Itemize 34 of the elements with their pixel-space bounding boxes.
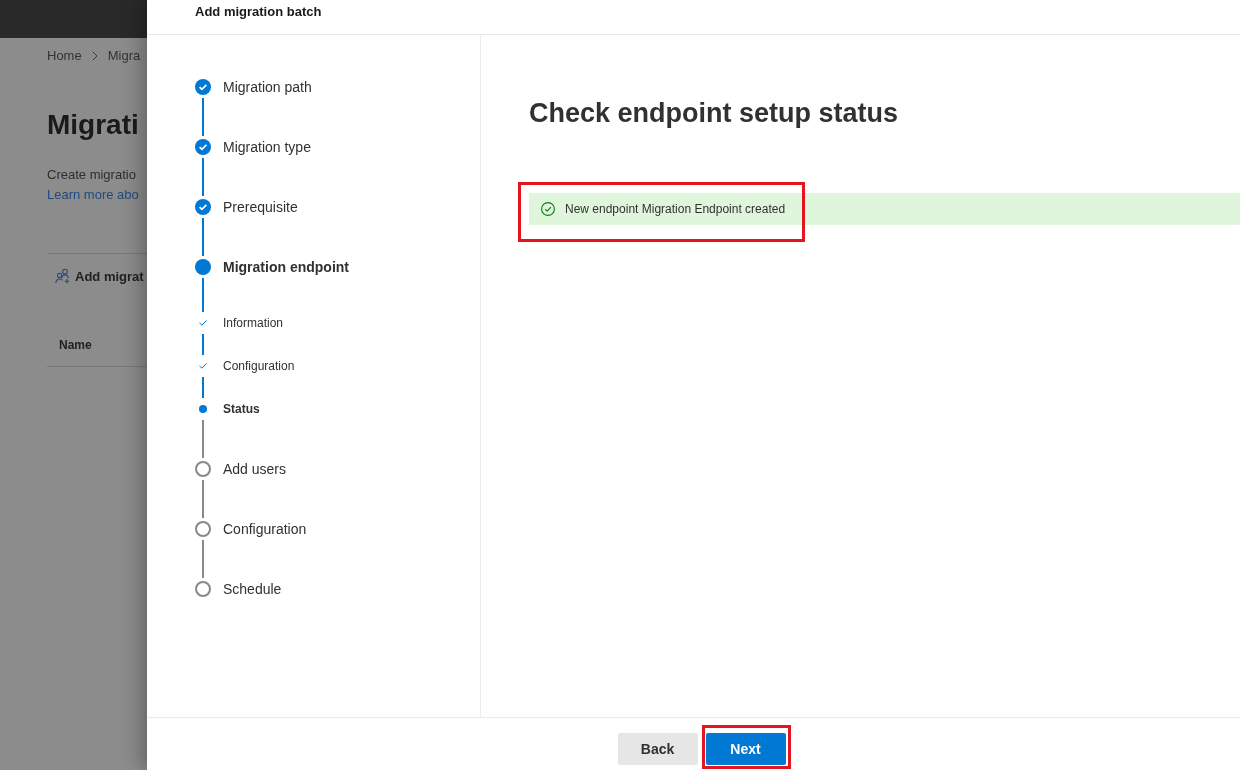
step-label: Migration endpoint [223,259,349,275]
connector-line [202,540,204,578]
panel-title: Add migration batch [195,4,323,20]
step-label: Status [223,401,260,417]
step-label: Add users [223,461,287,477]
connector-line [202,420,204,458]
connector-line [202,278,204,312]
connector-line [202,158,204,196]
breadcrumb-current: Migra [107,48,141,64]
step-label: Schedule [223,581,282,597]
secondary-button[interactable]: Back [617,733,698,765]
column-header[interactable]: Name [47,337,147,353]
connector-line [202,377,204,398]
message-text: New endpoint Migration Endpoint created [565,201,786,217]
connector-line [202,334,204,355]
step-label: Information [223,315,284,331]
step-label: Prerequisite [223,199,298,215]
page-title: Migrati [47,108,140,142]
primary-button[interactable]: Next [705,733,786,765]
check-circle-icon [541,202,555,216]
step-label: Migration type [223,139,311,155]
section-heading: Check endpoint setup status [529,97,900,130]
connector-line [202,218,204,256]
page-description: Create migratio [47,166,137,184]
breadcrumb-link[interactable]: Home [47,48,82,64]
connector-line [202,98,204,136]
people-add-icon [55,268,71,284]
connector-line [202,480,204,518]
step-label: Configuration [223,521,307,537]
learn-more-link[interactable]: Learn more abo [47,185,139,205]
step-label: Configuration [223,358,295,374]
chevron-right-icon [91,51,98,61]
add-migration-button[interactable]: Add migrat [47,266,144,286]
step-label: Migration path [223,79,312,95]
